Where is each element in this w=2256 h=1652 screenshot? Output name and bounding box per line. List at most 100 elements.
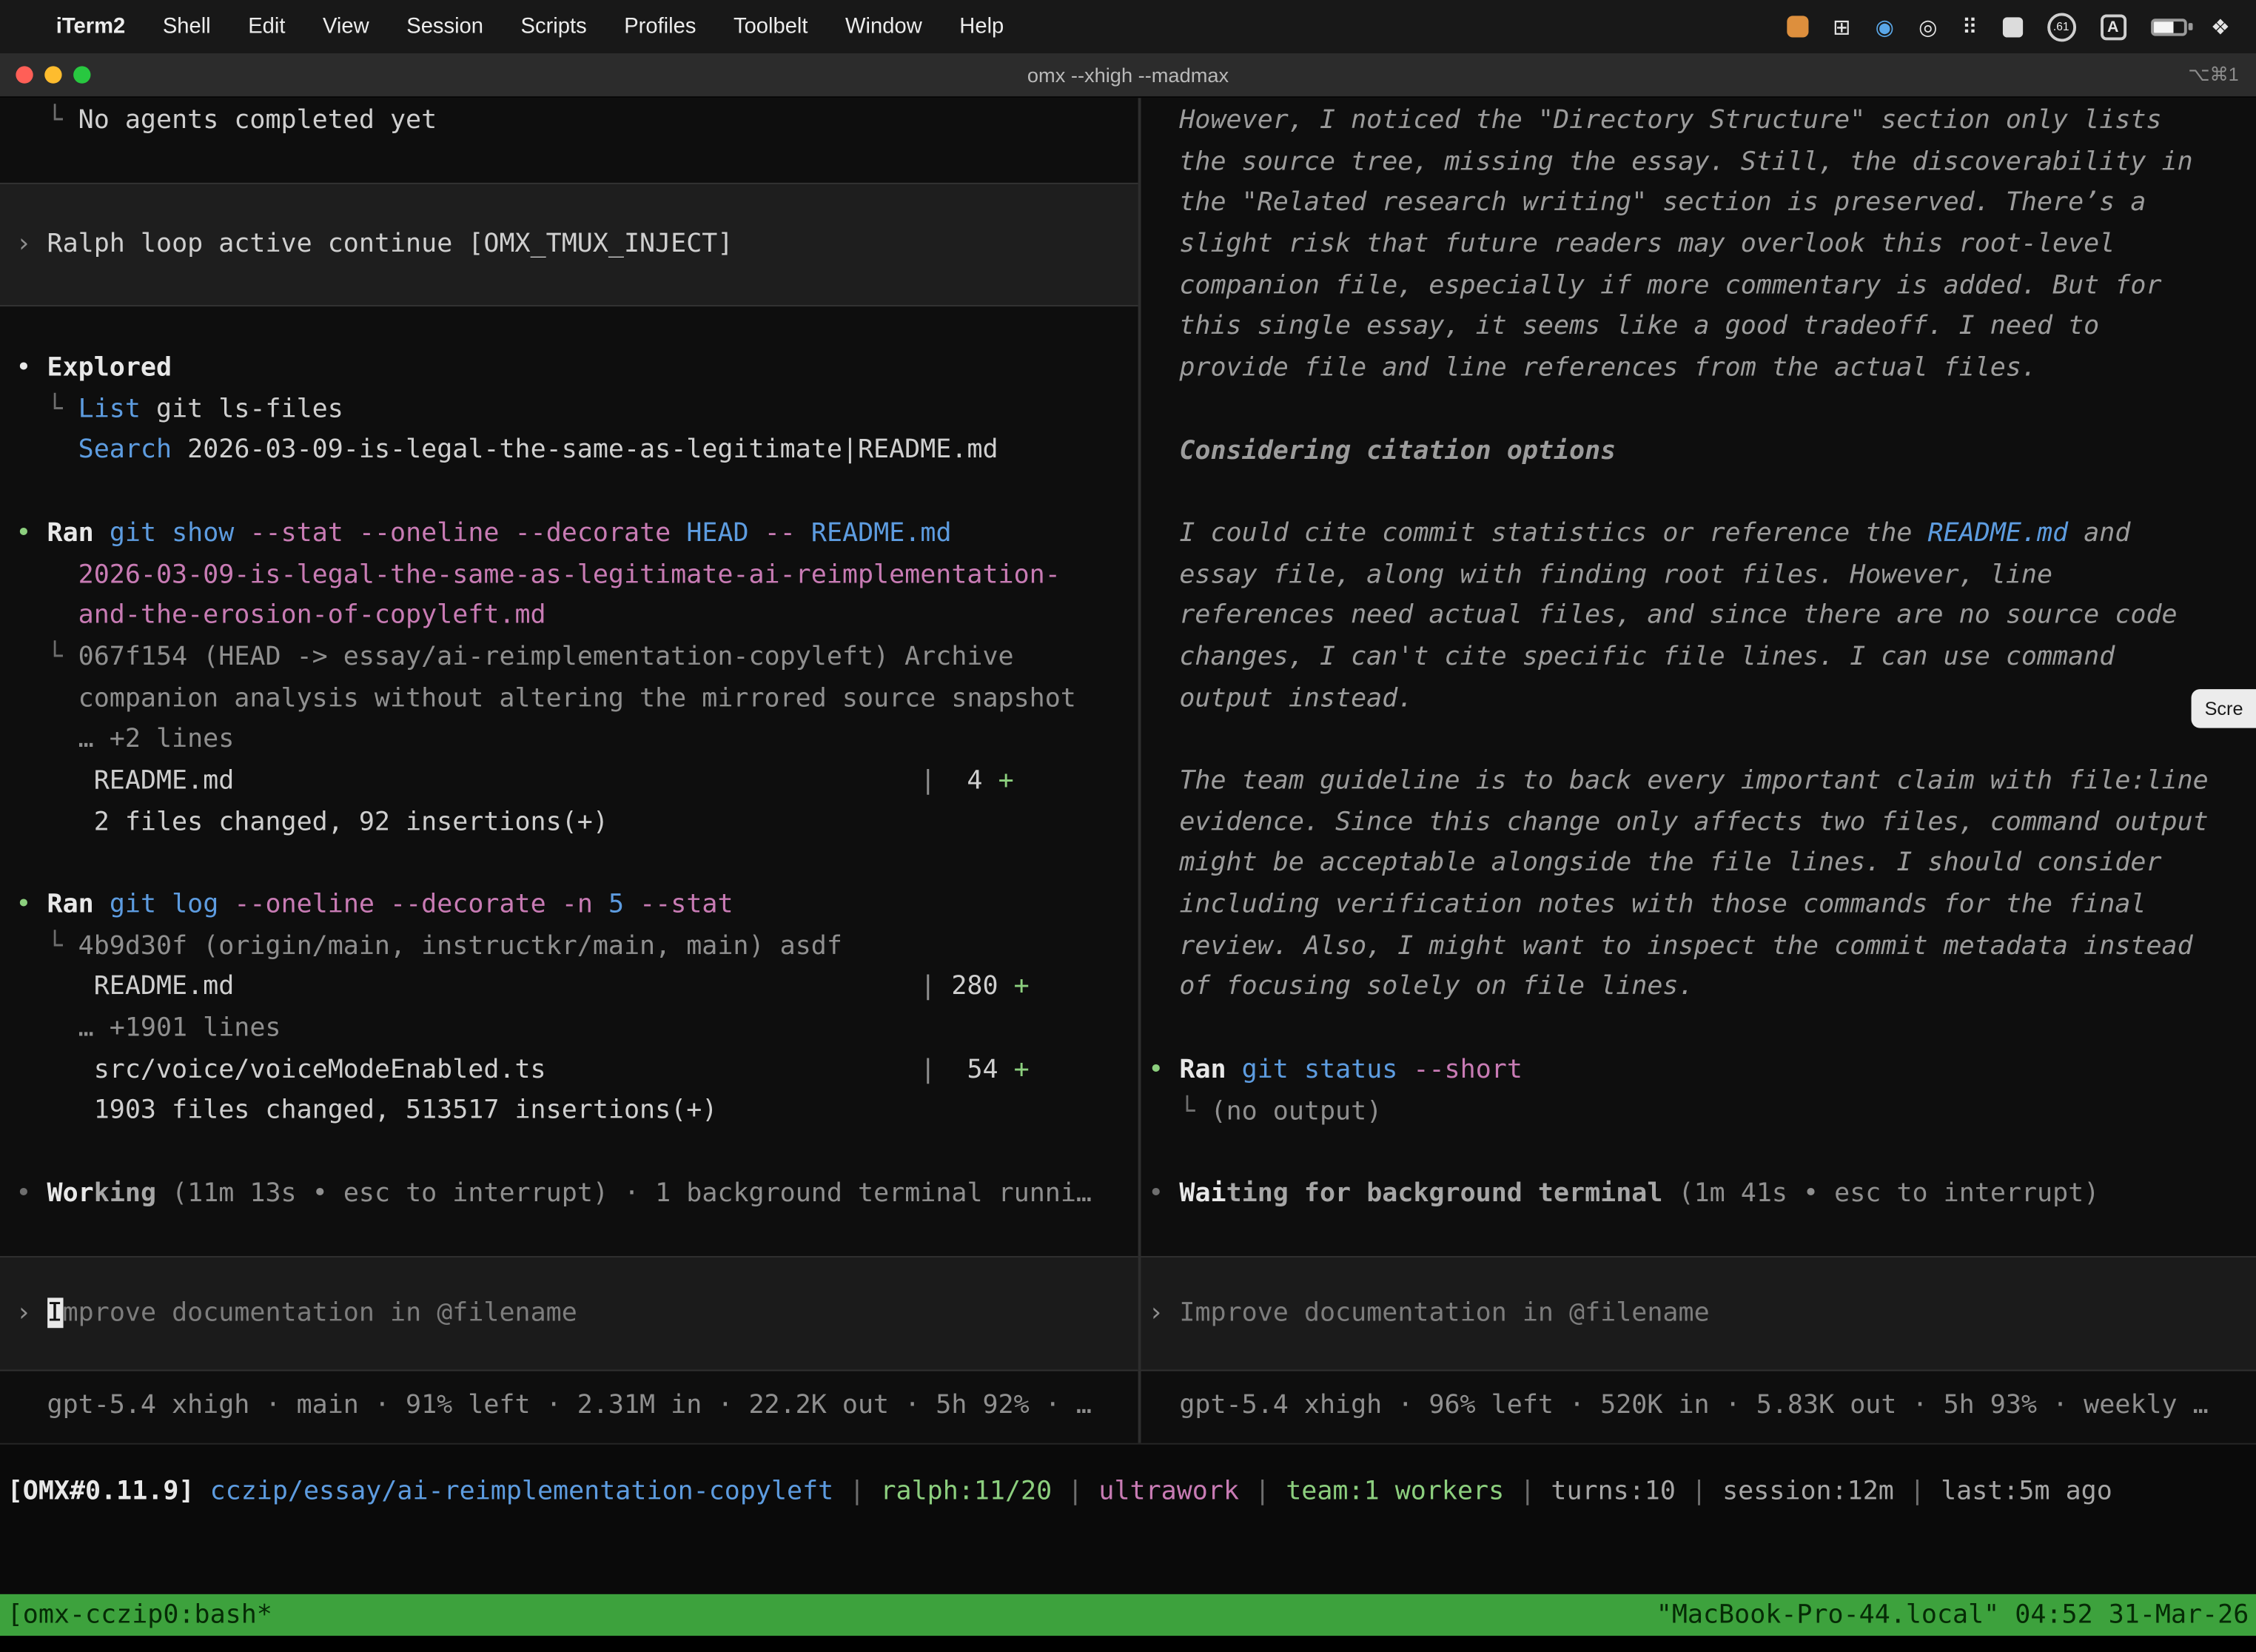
right-terminal-pane[interactable]: However, I noticed the "Directory Struct… [1141,98,2256,1443]
text-segment [16,435,78,466]
text-segment: git status [1242,1055,1398,1085]
text-segment [671,517,686,548]
dots-grid-icon[interactable]: ⠿ [1962,13,1978,39]
text-segment: | [1676,1476,1722,1506]
menu-item-toolbelt[interactable]: Toolbelt [715,14,827,38]
terminal-line: Considering citation options [1148,431,2256,472]
terminal-line: • Ran git show --stat --oneline --decora… [16,514,1138,555]
app-icon-circle[interactable]: ◎ [1918,13,1937,39]
terminal-line: might be acceptable alongside the file l… [1148,844,2256,885]
text-segment: team:1 workers [1286,1476,1504,1506]
menu-item-scripts[interactable]: Scripts [502,14,605,38]
terminal-line: However, I noticed the "Directory Struct… [1148,101,2256,142]
text-segment: slight risk that future readers may over… [1148,229,2115,259]
text-segment: 4b9d30f (origin/main, instructkr/main, m… [78,930,842,961]
text-segment: • [16,352,47,383]
text-segment: … +1901 lines [16,1013,281,1044]
text-segment: git log [110,889,218,919]
text-segment: (no output) [1211,1095,1383,1126]
screen-overlay-tab[interactable]: Scre [2192,689,2256,728]
menu-item-edit[interactable]: Edit [229,14,304,38]
terminal-line: Search 2026-03-09-is-legal-the-same-as-l… [16,431,1138,472]
text-segment: 54 [936,1054,1013,1084]
text-segment: Ran [47,517,94,548]
window-title: omx --xhigh --madmax [0,64,2256,87]
text-segment: (1m 41s • esc to interrupt) [1662,1178,2099,1209]
text-segment: … +2 lines [16,724,234,754]
text-segment: ralph:11/20 [880,1476,1052,1506]
traffic-lights [0,66,90,83]
omx-status-bar: [OMX#0.11.9] cczip/essay/ai-reimplementa… [0,1443,2256,1594]
text-segment: 2026-03-09-is-legal-the-same-as-legitima… [172,435,998,466]
text-segment: including verification notes with those … [1148,889,2146,919]
text-segment: | [1052,1476,1098,1506]
text-segment: | [234,765,936,796]
prompt-input-left[interactable]: › Improve documentation in @filename [0,1256,1138,1371]
battery-gauge-icon[interactable]: .61 [2047,13,2075,41]
menu-item-profiles[interactable]: Profiles [605,14,715,38]
spaces-grid-icon[interactable]: ⊞ [1833,13,1850,39]
app-icon-blue[interactable]: ◉ [1876,13,1894,39]
terminal-line: companion file, especially if more comme… [1148,266,2256,307]
menu-item-view[interactable]: View [304,14,388,38]
terminal-line: of focusing solely on file lines. [1148,967,2256,1009]
terminal-line [1148,1132,2256,1174]
text-segment: the source tree, missing the essay. Stil… [1148,147,2192,177]
minimize-window-button[interactable] [44,66,61,83]
text-segment [624,889,639,919]
terminal-line: • Ran git status --short [1148,1050,2256,1092]
text-segment: Wor [47,1178,94,1209]
tmux-status-bar: [omx-cczip0:bash* "MacBook-Pro-44.local"… [0,1594,2256,1636]
terminal-line: • Waiting for background terminal (1m 41… [1148,1174,2256,1215]
text-segment: List [78,394,141,424]
window-shortcut-hint: ⌥⌘1 [2188,64,2256,87]
terminal-line: 2026-03-09-is-legal-the-same-as-legitima… [16,554,1138,596]
text-segment: --short [1413,1055,1522,1085]
text-segment [218,889,234,919]
terminal-line: └ 067f154 (HEAD -> essay/ai-reimplementa… [16,637,1138,679]
screen-recording-indicator[interactable] [1787,16,1808,37]
left-terminal-pane[interactable]: └ No agents completed yet › Ralph loop a… [0,98,1138,1443]
text-segment: of focusing solely on file lines. [1148,972,1693,1002]
terminal-panes: └ No agents completed yet › Ralph loop a… [0,98,2256,1443]
terminal-line: slight risk that future readers may over… [1148,224,2256,266]
terminal-line: gpt-5.4 xhigh · 96% left · 520K in · 5.8… [1148,1386,2256,1427]
text-segment: [OMX#0.11.9] [7,1476,195,1506]
battery-icon[interactable] [2150,18,2186,35]
terminal-line [1148,720,2256,762]
text-segment: + [1014,1054,1030,1084]
text-segment: README.md [1928,518,2069,548]
text-segment [749,517,765,548]
terminal-line [16,472,1138,514]
key-app-icon[interactable] [2002,16,2022,36]
screen: iTerm2ShellEditViewSessionScriptsProfile… [0,0,2256,1652]
menu-item-window[interactable]: Window [827,14,941,38]
terminal-line: The team guideline is to back every impo… [1148,761,2256,802]
text-segment: └ [16,105,78,135]
text-segment: ultrawork [1098,1476,1239,1506]
menu-item-iterm2[interactable]: iTerm2 [38,14,144,38]
menu-item-session[interactable]: Session [388,14,502,38]
text-segment: + [998,765,1014,796]
terminal-line: • Ran git log --oneline --decorate -n 5 … [16,884,1138,926]
menu-item-help[interactable]: Help [941,14,1023,38]
text-segment: output instead. [1148,683,1413,713]
tmux-host-clock: "MacBook-Pro-44.local" 04:52 31-Mar-26 [1656,1600,2249,1631]
text-segment: this single essay, it seems like a good … [1148,312,2099,342]
terminal-line: references need actual files, and since … [1148,596,2256,637]
text-segment [94,889,110,919]
terminal-line: output instead. [1148,679,2256,720]
terminal-line [16,1132,1138,1174]
menu-item-shell[interactable]: Shell [144,14,229,38]
terminal-line: └ 4b9d30f (origin/main, instructkr/main,… [16,926,1138,967]
control-center-icon[interactable]: ❖ [2211,13,2230,39]
text-segment: Considering citation options [1148,435,1616,466]
text-segment: 280 [936,972,1013,1002]
text-segment [1226,1055,1242,1085]
input-source-icon[interactable]: A [2100,13,2126,39]
text-segment: 067f154 (HEAD -> essay/ai-reimplementati… [78,642,1014,672]
terminal-line: … +2 lines [16,719,1138,761]
close-window-button[interactable] [16,66,33,83]
prompt-input-right[interactable]: › Improve documentation in @filename [1141,1257,2256,1372]
zoom-window-button[interactable] [73,66,90,83]
